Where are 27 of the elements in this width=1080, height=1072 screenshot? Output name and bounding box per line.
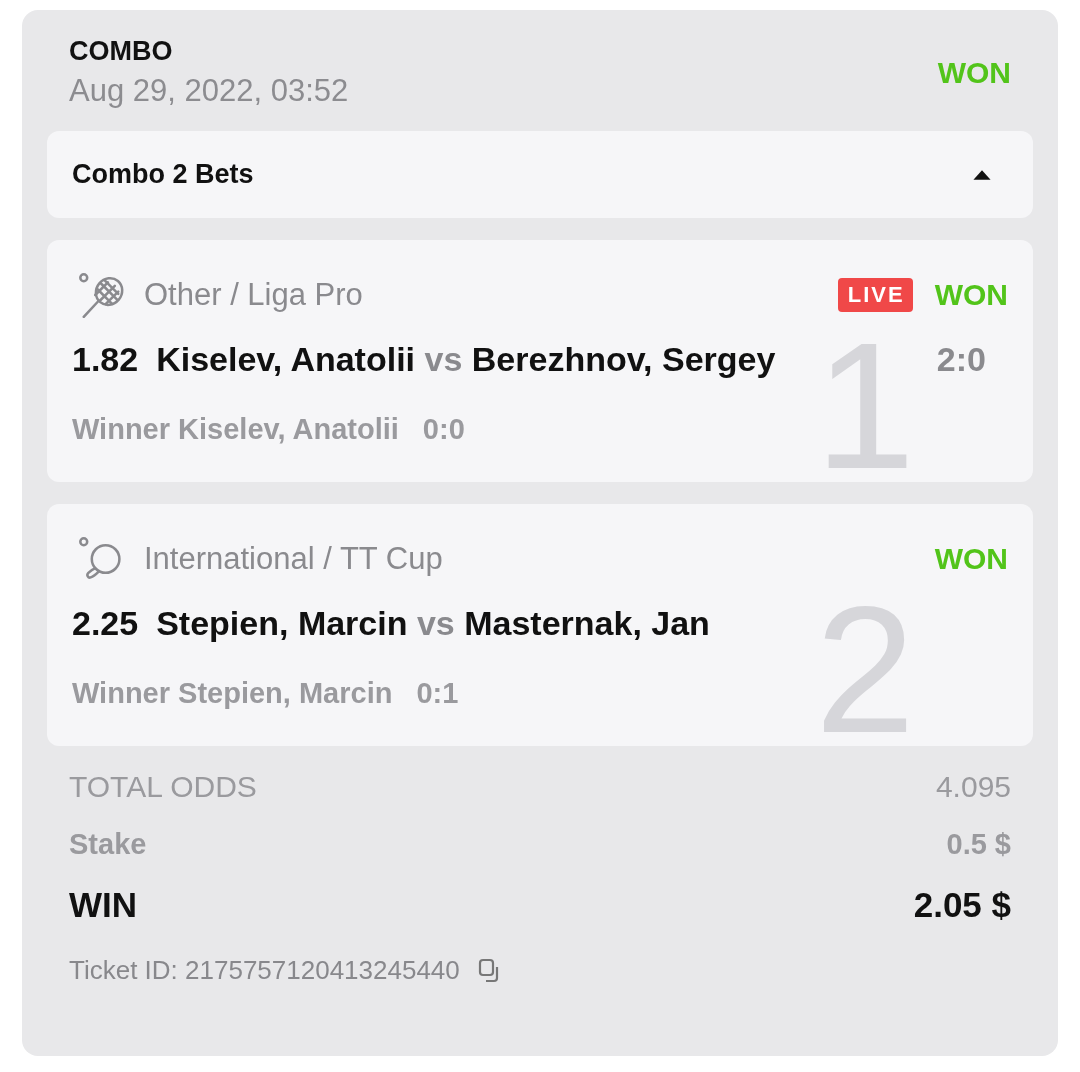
match-line: 1.82 Kiselev, Anatolii vs Berezhnov, Sergey [72,340,776,379]
combo-toggle[interactable]: Combo 2 Bets [47,131,1033,218]
total-odds-label: TOTAL ODDS [69,770,257,804]
selection-score: 0:1 [416,677,459,710]
status-label: WON [934,542,1008,576]
bet-type: COMBO [69,36,174,67]
league-name: Other / Liga Pro [144,277,363,313]
league-name: International / TT Cup [144,541,443,577]
match-line: 2.25 Stepien, Marcin vs Masternak, Jan [72,604,710,643]
tennis-racket-icon [78,272,124,318]
selection-text: Winner Stepien, Marcin [72,677,393,710]
total-odds-value: 4.095 [935,770,1011,804]
match-score: 2:0 [936,340,986,379]
selection-text: Winner Kiselev, Anatolii [72,413,399,446]
ticket-id: Ticket ID: 2175757120413245440 [69,955,460,986]
stake-value: 0.5 $ [946,828,1011,861]
win-value: 2.05 $ [913,885,1011,925]
bet-date: Aug 29, 2022, 03:52 [69,73,349,109]
status-label: WON [934,278,1008,312]
live-badge: LIVE [837,278,913,312]
combo-label: Combo 2 Bets [72,159,254,190]
selection-score: 0:0 [422,413,465,446]
copy-icon[interactable] [477,958,500,983]
win-label: WIN [69,885,138,925]
status-label: WON [937,55,1011,90]
table-tennis-paddle-icon [78,536,124,582]
stake-label: Stake [69,828,147,861]
